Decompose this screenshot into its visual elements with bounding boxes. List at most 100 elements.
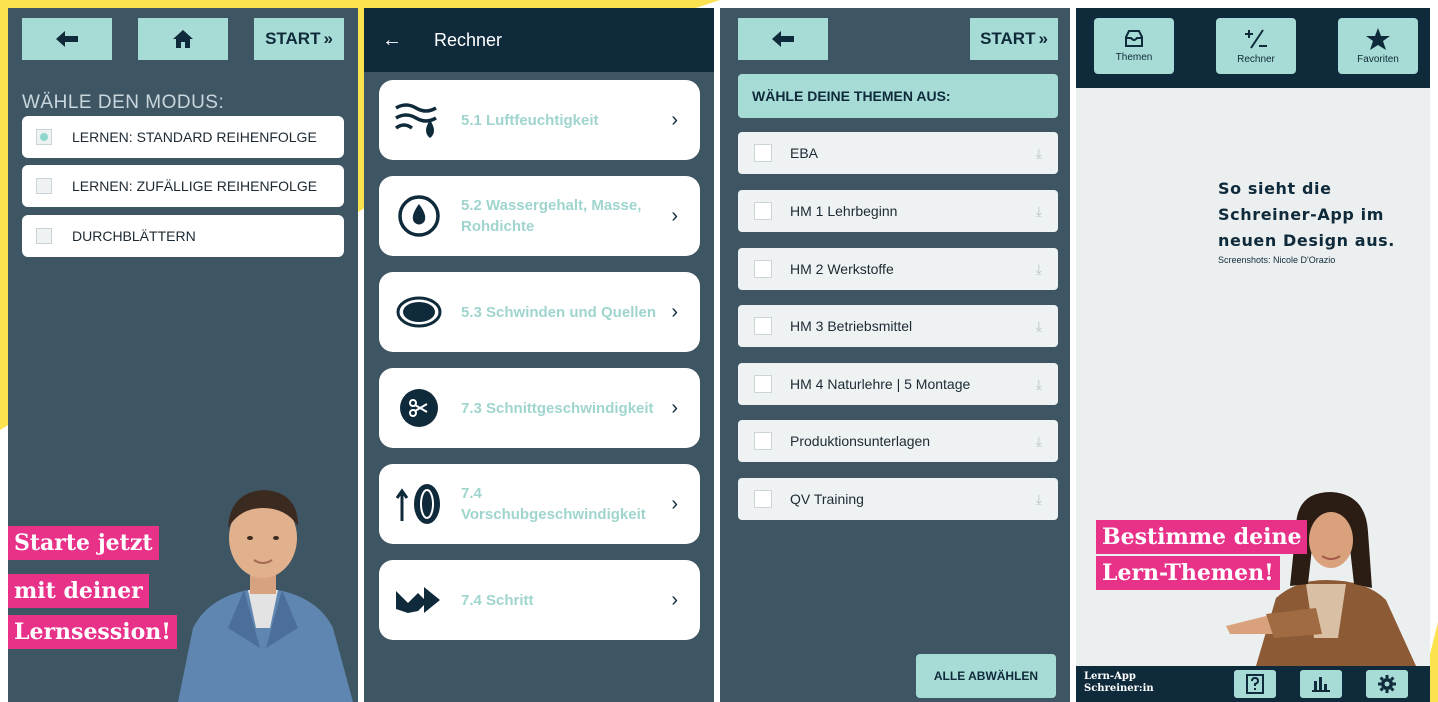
top-nav: Themen Rechner Favoriten [1076,8,1430,88]
home-button[interactable] [138,18,228,60]
mode-label: LERNEN: STANDARD REIHENFOLGE [72,129,317,145]
statistics-button[interactable] [1300,670,1342,698]
chevron-right-icon: › [671,108,678,131]
radio-button[interactable] [36,228,52,244]
deselect-all-button[interactable]: ALLE ABWÄHLEN [916,654,1056,698]
chevron-right-icon: › [671,300,678,323]
topic-label: HM 1 Lehrbeginn [790,203,898,219]
download-icon[interactable]: ⤓ [1036,433,1042,450]
calc-item-label: 7.3 Schnittgeschwindigkeit [461,399,654,417]
calc-item-cutting-speed[interactable]: 7.3 Schnittgeschwindigkeit › [379,368,700,448]
promo-line: Lern-Themen! [1096,556,1280,590]
mode-option-browse[interactable]: DURCHBLÄTTERN [22,215,344,257]
checkbox[interactable] [754,432,772,450]
calc-item-label: 5.1 Luftfeuchtigkeit [461,111,599,129]
download-icon[interactable]: ⤓ [1036,203,1042,220]
checkbox[interactable] [754,260,772,278]
nav-themen-button[interactable]: Themen [1094,18,1174,74]
nav-label: Themen [1115,52,1153,63]
app-bar: ← Rechner [364,8,714,72]
topic-label: QV Training [790,491,864,507]
topic-row[interactable]: HM 1 Lehrbeginn ⤓ [738,190,1058,232]
settings-button[interactable] [1366,670,1408,698]
start-button[interactable]: START » [970,18,1058,60]
radio-button[interactable] [36,129,52,145]
mode-label: DURCHBLÄTTERN [72,228,196,244]
topic-row[interactable]: HM 2 Werkstoffe ⤓ [738,248,1058,290]
chevron-right-icon: › [671,588,678,611]
arrow-left-icon [56,31,78,47]
topics-screen: START » WÄHLE DEINE THEMEN AUS: EBA ⤓ HM … [720,8,1070,702]
arrow-left-icon [772,31,794,47]
chevron-right-icon: › [671,204,678,227]
checkbox[interactable] [754,202,772,220]
topic-row[interactable]: HM 4 Naturlehre | 5 Montage ⤓ [738,363,1058,405]
calc-item-humidity[interactable]: 5.1 Luftfeuchtigkeit › [379,80,700,160]
topic-label: Produktionsunterlagen [790,433,931,449]
topic-row[interactable]: HM 3 Betriebsmittel ⤓ [738,305,1058,347]
caption-line: So sieht die [1218,179,1332,198]
promo-line: mit deiner [8,574,149,608]
calc-item-label: 5.2 Wassergehalt, Masse, Rohdichte [461,197,642,235]
back-button[interactable] [22,18,112,60]
calc-item-shrinkage[interactable]: 5.3 Schwinden und Quellen › [379,272,700,352]
download-icon[interactable]: ⤓ [1036,145,1042,162]
photo-credit: Screenshots: Nicole D'Orazio [1218,255,1336,265]
mode-option-standard[interactable]: LERNEN: STANDARD REIHENFOLGE [22,116,344,158]
promo-line: Lernsession! [8,615,177,649]
plus-minus-icon [1245,29,1267,49]
checkbox[interactable] [754,375,772,393]
topic-row[interactable]: Produktionsunterlagen ⤓ [738,420,1058,462]
promo-line: Starte jetzt [8,526,159,560]
checkbox[interactable] [754,144,772,162]
topic-label: HM 2 Werkstoffe [790,261,894,277]
nav-label: Rechner [1237,54,1275,65]
double-chevron-icon: » [323,29,333,48]
double-chevron-icon: » [1038,29,1048,48]
topic-label: EBA [790,145,819,161]
topic-label: HM 3 Betriebsmittel [790,318,913,334]
arrow-left-icon[interactable]: ← [382,29,412,52]
nav-label: Favoriten [1357,54,1399,65]
start-label: START [980,29,1036,48]
nav-favoriten-button[interactable]: Favoriten [1338,18,1418,74]
caption-line: Schreiner-App im [1218,205,1385,224]
mode-label: LERNEN: ZUFÄLLIGE REIHENFOLGE [72,178,318,194]
calc-item-label: 5.3 Schwinden und Quellen [461,303,657,321]
topics-title: WÄHLE DEINE THEMEN AUS: [738,74,1058,118]
radio-selected-dot [40,133,48,141]
mode-screen: START » WÄHLE DEN MODUS: LERNEN: STANDAR… [8,8,358,702]
app-name: Lern-App Schreiner:in [1084,671,1154,695]
nav-rechner-button[interactable]: Rechner [1216,18,1296,74]
checkbox[interactable] [754,317,772,335]
topic-row[interactable]: QV Training ⤓ [738,478,1058,520]
download-icon[interactable]: ⤓ [1036,491,1042,508]
calc-item-step[interactable]: 7.4 Schritt › [379,560,700,640]
topic-row[interactable]: EBA ⤓ [738,132,1058,174]
home-screen: Themen Rechner Favoriten So sieht die Sc… [1076,8,1430,702]
calc-item-water-content[interactable]: 5.2 Wassergehalt, Masse, Rohdichte › [379,176,700,256]
young-man-photo [178,490,353,702]
download-icon[interactable]: ⤓ [1036,318,1042,335]
download-icon[interactable]: ⤓ [1036,261,1042,278]
app-name-line: Schreiner:in [1084,683,1154,694]
oval-icon [393,286,445,338]
back-button[interactable] [738,18,828,60]
topic-label: HM 4 Naturlehre | 5 Montage [790,376,971,392]
download-icon[interactable]: ⤓ [1036,376,1042,393]
chevron-right-icon: › [671,396,678,419]
help-button[interactable] [1234,670,1276,698]
gear-icon [1378,675,1396,693]
calc-item-label: 7.4 Vorschubgeschwindigkeit [461,485,646,523]
app-name-line: Lern-App [1084,671,1136,682]
radio-button[interactable] [36,178,52,194]
checkbox[interactable] [754,490,772,508]
feed-roller-icon [393,478,445,530]
caption: So sieht die Schreiner-App im neuen Desi… [1218,176,1418,265]
bottom-bar: Lern-App Schreiner:in [1076,666,1430,702]
calc-item-feed-speed[interactable]: 7.4 Vorschubgeschwindigkeit › [379,464,700,544]
star-icon [1366,28,1390,50]
promo-line: Bestimme deine [1096,520,1308,554]
mode-option-random[interactable]: LERNEN: ZUFÄLLIGE REIHENFOLGE [22,165,344,207]
start-button[interactable]: START » [254,18,344,60]
